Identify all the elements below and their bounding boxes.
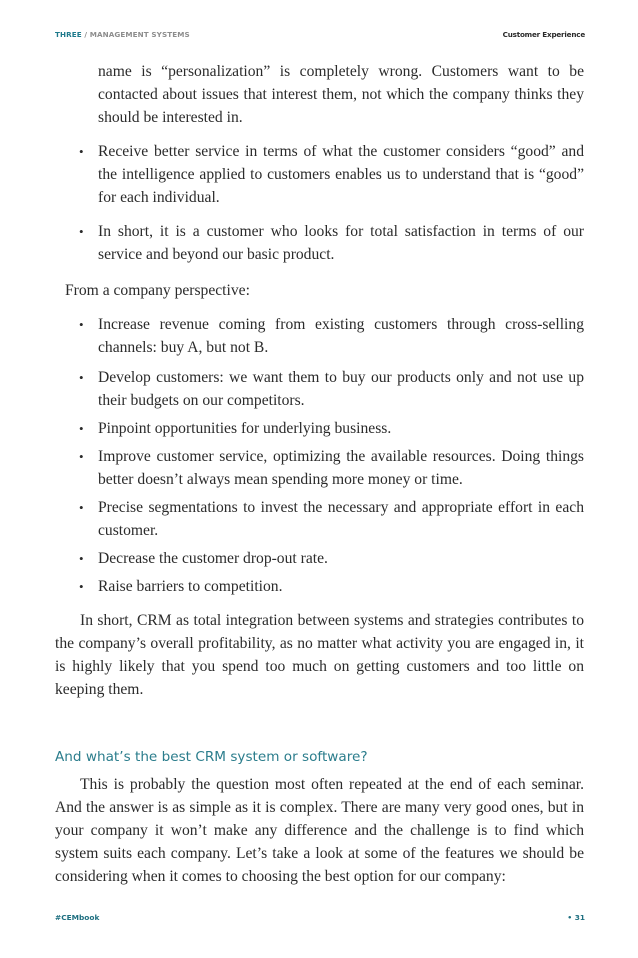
list-item: • Develop customers: we want them to buy … [79, 366, 584, 412]
list-item: • Raise barriers to competition. [79, 575, 584, 598]
book-title: Customer Experience [502, 30, 586, 39]
bullet-icon: • [79, 500, 84, 515]
bullet-icon: • [79, 224, 84, 239]
list-item: • Improve customer service, optimizing th… [79, 445, 584, 491]
list-item-text: Decrease the customer drop-out rate. [98, 550, 328, 567]
bullet-icon: • [79, 370, 84, 385]
list-item-text: Pinpoint opportunities for underlying bu… [98, 420, 392, 437]
bullet-icon: • [79, 317, 84, 332]
section-paragraph: This is probably the question most often… [55, 776, 584, 885]
list-item-text: Improve customer service, optimizing the… [98, 448, 584, 488]
chapter-name: MANAGEMENT SYSTEMS [89, 30, 190, 39]
list-item: • Receive better service in terms of what… [79, 140, 584, 209]
list-item-text: Increase revenue coming from existing cu… [98, 316, 584, 356]
list-item: • Pinpoint opportunities for underlying b… [79, 417, 584, 440]
page-content: name is “personalization” is completely … [55, 60, 584, 888]
bullet-icon: • [79, 579, 84, 594]
list-item: • Precise segmentations to invest the nec… [79, 496, 584, 542]
bullet-icon: • [79, 449, 84, 464]
company-benefits-list: • Increase revenue coming from existing c… [79, 313, 584, 598]
customer-benefits-list: • Receive better service in terms of what… [79, 140, 584, 266]
list-item-text: Raise barriers to competition. [98, 578, 283, 595]
bullet-icon: • [79, 144, 84, 159]
running-footer: #CEMbook • 31 [55, 913, 585, 927]
page-number: • 31 [567, 913, 585, 922]
list-item-text: Receive better service in terms of what … [98, 143, 584, 206]
list-item-text: Develop customers: we want them to buy o… [98, 369, 584, 409]
company-perspective-subhead: From a company perspective: [65, 282, 250, 299]
chapter-separator: / [81, 30, 90, 39]
list-item: • Decrease the customer drop-out rate. [79, 547, 584, 570]
book-hashtag: #CEMbook [55, 913, 100, 922]
list-item: • Increase revenue coming from existing c… [79, 313, 584, 359]
running-header: THREE / MANAGEMENT SYSTEMS Customer Expe… [55, 30, 585, 44]
list-item-text: In short, it is a customer who looks for… [98, 223, 584, 263]
list-item-text: Precise segmentations to invest the nece… [98, 499, 584, 539]
chapter-label: THREE / MANAGEMENT SYSTEMS [55, 30, 190, 39]
list-item: • In short, it is a customer who looks fo… [79, 220, 584, 266]
continued-bullet-text: name is “personalization” is completely … [98, 63, 584, 126]
bullet-icon: • [79, 421, 84, 436]
chapter-number: THREE [55, 30, 82, 39]
summary-paragraph: In short, CRM as total integration betwe… [55, 612, 584, 698]
bullet-icon: • [79, 551, 84, 566]
section-heading: And what’s the best CRM system or softwa… [55, 749, 368, 765]
